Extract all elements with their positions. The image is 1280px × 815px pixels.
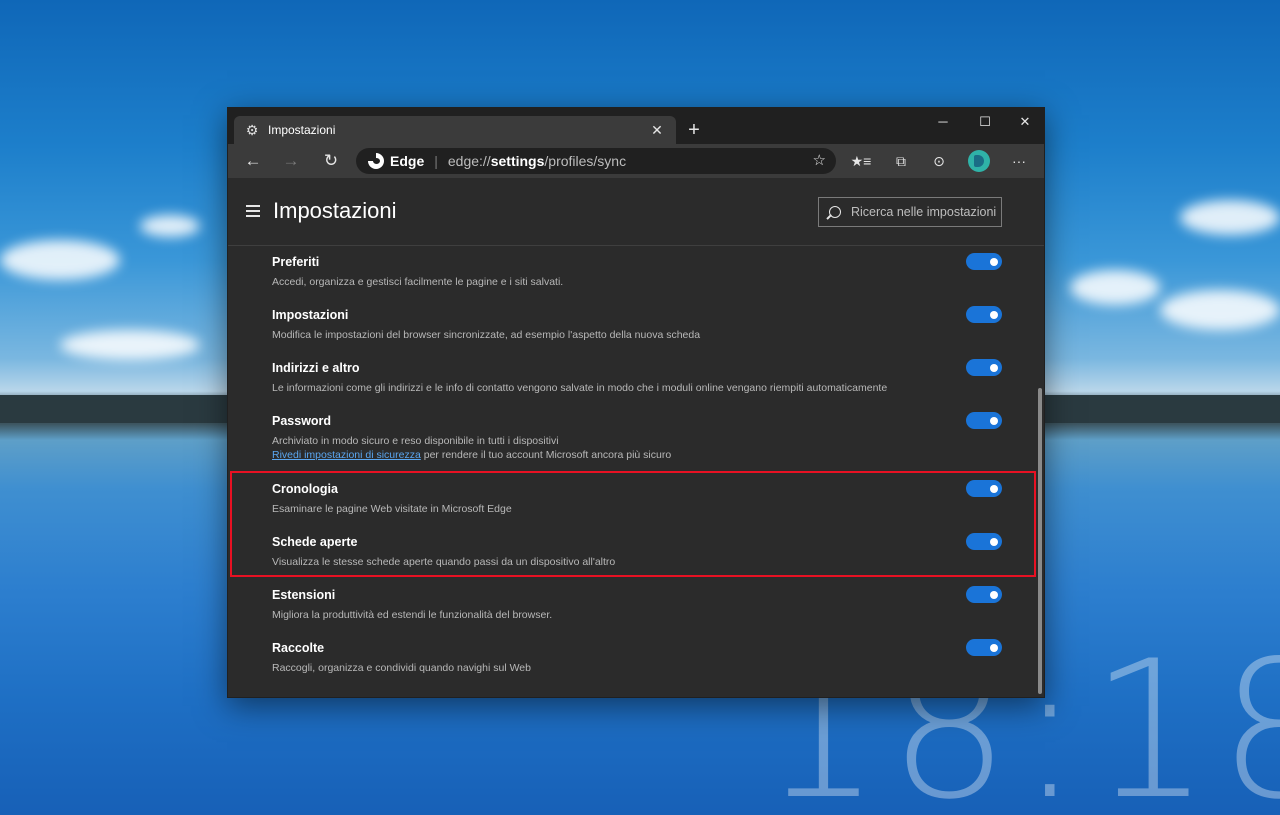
toggle-switch[interactable] bbox=[966, 359, 1002, 376]
url-bold: settings bbox=[490, 153, 545, 169]
url-prefix: edge:// bbox=[447, 153, 491, 169]
security-settings-link[interactable]: Rivedi impostazioni di sicurezza bbox=[272, 449, 421, 461]
item-description: Modifica le impostazioni del browser sin… bbox=[272, 329, 701, 341]
edge-window: ⚙ Impostazioni ✕ + ─ ☐ ✕ ← → ↻ Edge | ed… bbox=[227, 107, 1045, 698]
back-button[interactable]: ← bbox=[240, 149, 266, 173]
refresh-button[interactable]: ↻ bbox=[318, 149, 344, 173]
scrollbar-thumb[interactable] bbox=[1038, 388, 1042, 694]
sync-item-settings: Impostazioni Modifica le impostazioni de… bbox=[272, 306, 1002, 342]
collections-icon[interactable]: ⧉ bbox=[888, 149, 914, 173]
cloud bbox=[60, 330, 200, 360]
highlight-box bbox=[230, 471, 1036, 577]
item-description: Raccogli, organizza e condividi quando n… bbox=[272, 662, 531, 674]
screenshot-icon[interactable]: ⊙ bbox=[926, 149, 952, 173]
search-input[interactable] bbox=[851, 205, 1001, 219]
item-description: Migliora la produttività ed estendi le f… bbox=[272, 609, 553, 621]
search-box[interactable] bbox=[818, 197, 1002, 227]
item-title: Estensioni bbox=[272, 588, 336, 602]
cloud bbox=[1160, 290, 1280, 330]
profile-avatar[interactable] bbox=[968, 150, 990, 172]
sync-item-addresses: Indirizzi e altro Le informazioni come g… bbox=[272, 359, 1002, 395]
url-suffix: /profiles/sync bbox=[544, 153, 627, 169]
tab-settings[interactable]: ⚙ Impostazioni ✕ bbox=[234, 116, 676, 144]
address-url: edge://settings/profiles/sync bbox=[448, 153, 626, 169]
gear-icon: ⚙ bbox=[245, 122, 259, 138]
cloud bbox=[1070, 270, 1160, 305]
toggle-switch[interactable] bbox=[966, 639, 1002, 656]
item-title: Indirizzi e altro bbox=[272, 361, 360, 375]
item-title: Preferiti bbox=[272, 255, 320, 269]
search-icon bbox=[829, 206, 841, 218]
item-description: Archiviato in modo sicuro e reso disponi… bbox=[272, 434, 1002, 462]
close-window-button[interactable]: ✕ bbox=[1004, 108, 1046, 136]
sync-item-extensions: Estensioni Migliora la produttività ed e… bbox=[272, 586, 1002, 622]
tab-title: Impostazioni bbox=[268, 123, 336, 137]
address-bar[interactable]: Edge | edge://settings/profiles/sync ☆ bbox=[356, 148, 836, 174]
favorites-icon[interactable]: ★≡ bbox=[848, 149, 874, 173]
item-description-line: Archiviato in modo sicuro e reso disponi… bbox=[272, 435, 559, 447]
settings-content: Impostazioni Preferiti Accedi, organizza… bbox=[228, 178, 1044, 697]
address-separator: | bbox=[434, 153, 438, 169]
item-title: Impostazioni bbox=[272, 308, 349, 322]
item-description: Accedi, organizza e gestisci facilmente … bbox=[272, 276, 564, 288]
new-tab-button[interactable]: + bbox=[682, 118, 706, 142]
toggle-switch[interactable] bbox=[966, 306, 1002, 323]
item-title: Password bbox=[272, 414, 332, 428]
item-description: Le informazioni come gli indirizzi e le … bbox=[272, 382, 888, 394]
toolbar: ← → ↻ Edge | edge://settings/profiles/sy… bbox=[228, 144, 1044, 178]
page-title: Impostazioni bbox=[273, 198, 397, 223]
menu-icon[interactable] bbox=[246, 205, 260, 217]
toggle-switch[interactable] bbox=[966, 586, 1002, 603]
settings-header: Impostazioni bbox=[228, 178, 1044, 246]
close-tab-icon[interactable]: ✕ bbox=[648, 122, 666, 139]
more-menu-button[interactable]: ··· bbox=[1006, 149, 1032, 173]
sync-item-passwords: Password Archiviato in modo sicuro e res… bbox=[272, 412, 1002, 462]
cloud bbox=[0, 240, 120, 280]
title-bar: ⚙ Impostazioni ✕ + ─ ☐ ✕ bbox=[228, 108, 1044, 144]
forward-button[interactable]: → bbox=[278, 149, 304, 173]
item-description-line: Rivedi impostazioni di sicurezza per ren… bbox=[272, 448, 1002, 462]
sync-item-favorites: Preferiti Accedi, organizza e gestisci f… bbox=[272, 253, 1002, 289]
maximize-button[interactable]: ☐ bbox=[964, 108, 1006, 136]
cloud bbox=[140, 215, 200, 237]
toggle-switch[interactable] bbox=[966, 412, 1002, 429]
minimize-button[interactable]: ─ bbox=[922, 108, 964, 136]
address-brand: Edge bbox=[390, 153, 425, 169]
sync-item-collections: Raccolte Raccogli, organizza e condividi… bbox=[272, 639, 1002, 675]
toggle-switch[interactable] bbox=[966, 253, 1002, 270]
cloud bbox=[1180, 200, 1280, 235]
item-title: Raccolte bbox=[272, 641, 325, 655]
favorite-star-icon[interactable]: ☆ bbox=[813, 151, 826, 169]
link-suffix: per rendere il tuo account Microsoft anc… bbox=[420, 449, 672, 461]
edge-logo-icon bbox=[368, 153, 384, 169]
